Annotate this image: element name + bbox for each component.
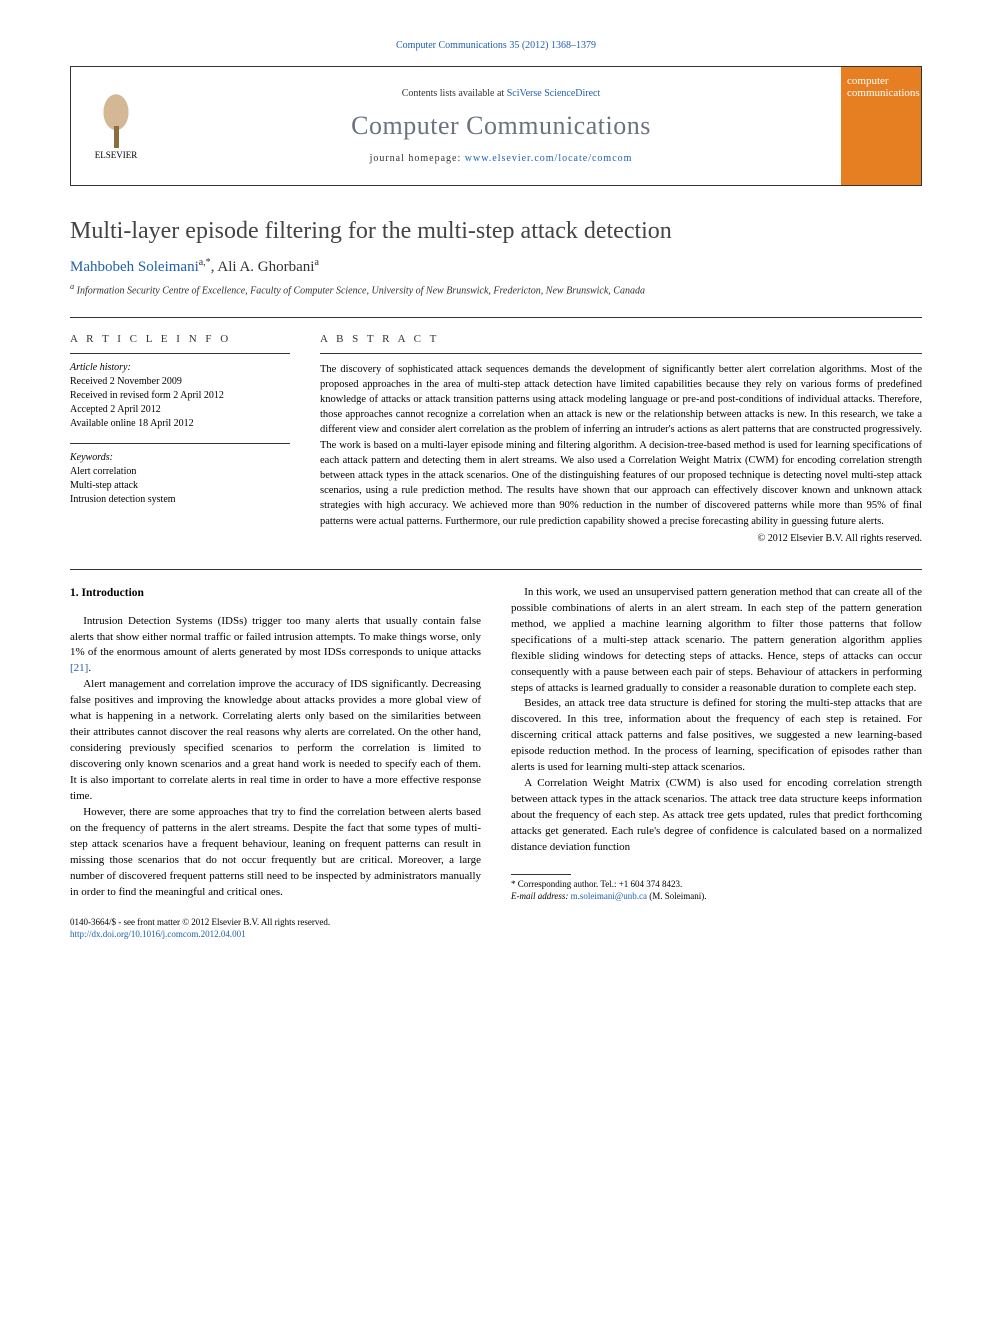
section-title: 1. Introduction: [70, 585, 481, 602]
body-paragraph: However, there are some approaches that …: [70, 805, 481, 901]
doi-link[interactable]: http://dx.doi.org/10.1016/j.comcom.2012.…: [70, 929, 246, 939]
keyword: Multi-step attack: [70, 479, 290, 493]
history-line: Received 2 November 2009: [70, 375, 290, 389]
journal-header-box: ELSEVIER Contents lists available at Sci…: [70, 66, 922, 186]
page-footer: 0140-3664/$ - see front matter © 2012 El…: [70, 917, 922, 940]
homepage-line: journal homepage: www.elsevier.com/locat…: [370, 153, 633, 164]
authors-line: Mahbobeh Soleimania,*, Ali A. Ghorbania: [70, 257, 922, 276]
keyword: Alert correlation: [70, 465, 290, 479]
email-footnote: E-mail address: m.soleimani@unb.ca (M. S…: [511, 891, 922, 903]
history-line: Available online 18 April 2012: [70, 417, 290, 431]
info-abstract-row: A R T I C L E I N F O Article history: R…: [70, 333, 922, 544]
affiliation: a Information Security Centre of Excelle…: [70, 282, 922, 296]
abstract-header: A B S T R A C T: [320, 333, 922, 345]
page-citation: Computer Communications 35 (2012) 1368–1…: [70, 40, 922, 51]
journal-center: Contents lists available at SciVerse Sci…: [161, 67, 841, 185]
body-paragraph: A Correlation Weight Matrix (CWM) is als…: [511, 776, 922, 856]
homepage-link[interactable]: www.elsevier.com/locate/comcom: [465, 153, 633, 164]
abstract-text: The discovery of sophisticated attack se…: [320, 353, 922, 529]
keywords-label: Keywords:: [70, 452, 290, 463]
journal-cover-thumbnail: computer communications: [841, 67, 921, 185]
abstract-column: A B S T R A C T The discovery of sophist…: [320, 333, 922, 544]
reference-link-21[interactable]: [21]: [70, 662, 88, 674]
journal-name: Computer Communications: [351, 111, 651, 141]
divider: [70, 317, 922, 318]
isbn-line: 0140-3664/$ - see front matter © 2012 El…: [70, 917, 922, 929]
copyright-line: © 2012 Elsevier B.V. All rights reserved…: [320, 533, 922, 544]
article-info-header: A R T I C L E I N F O: [70, 333, 290, 345]
body-paragraph: Besides, an attack tree data structure i…: [511, 696, 922, 776]
contents-line: Contents lists available at SciVerse Sci…: [402, 88, 601, 99]
citation-link[interactable]: Computer Communications 35 (2012) 1368–1…: [396, 40, 596, 51]
history-label: Article history:: [70, 362, 290, 373]
history-line: Received in revised form 2 April 2012: [70, 389, 290, 403]
divider: [70, 569, 922, 570]
corresponding-author-footnote: * Corresponding author. Tel.: +1 604 374…: [511, 879, 922, 891]
body-paragraph: Alert management and correlation improve…: [70, 677, 481, 805]
keyword: Intrusion detection system: [70, 493, 290, 507]
elsevier-tree-icon: [91, 93, 141, 148]
history-line: Accepted 2 April 2012: [70, 403, 290, 417]
email-link[interactable]: m.soleimani@unb.ca: [571, 891, 647, 901]
article-title: Multi-layer episode filtering for the mu…: [70, 216, 922, 247]
elsevier-logo: ELSEVIER: [71, 67, 161, 185]
body-paragraph: In this work, we used an unsupervised pa…: [511, 585, 922, 697]
history-block: Article history: Received 2 November 200…: [70, 353, 290, 431]
elsevier-label: ELSEVIER: [95, 150, 138, 160]
body-columns: 1. Introduction Intrusion Detection Syst…: [70, 585, 922, 902]
author-link-1[interactable]: Mahbobeh Soleimani: [70, 259, 199, 275]
article-info-column: A R T I C L E I N F O Article history: R…: [70, 333, 290, 544]
footnote-separator: [511, 874, 571, 875]
keywords-block: Keywords: Alert correlation Multi-step a…: [70, 443, 290, 507]
body-paragraph: Intrusion Detection Systems (IDSs) trigg…: [70, 614, 481, 678]
sciencedirect-link[interactable]: SciVerse ScienceDirect: [507, 88, 601, 99]
